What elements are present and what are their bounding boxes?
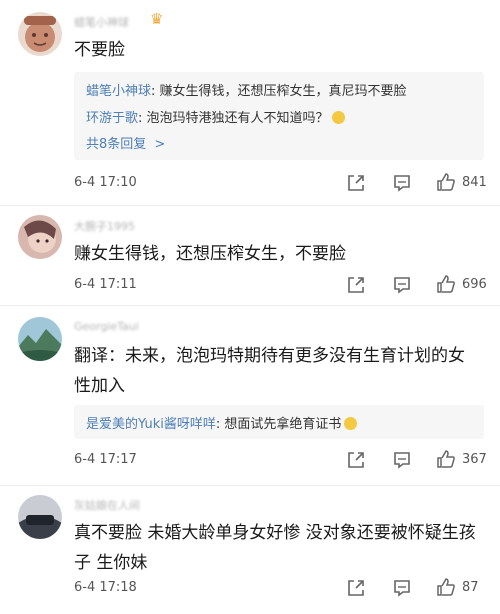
reply-username[interactable]: 环游于歌 [86, 111, 138, 126]
reply-line: 是爱美的Yuki酱呀咩咩: 想面试先拿绝育证书 [86, 413, 476, 432]
timestamp: 6-4 17:18 [74, 580, 137, 595]
comment-text: 真不要脸 未婚大龄单身女好惨 没对象还要被怀疑生孩子 生你妹 [74, 523, 476, 573]
thumbs-up-icon[interactable] [436, 274, 456, 294]
avatar[interactable] [18, 12, 62, 56]
comment-icon[interactable] [392, 173, 412, 193]
comment-item: 灰姑娘在人间 真不要脸 未婚大龄单身女好惨 没对象还要被怀疑生孩子 生你妹 6-… [0, 485, 500, 614]
avatar[interactable] [18, 317, 62, 361]
reply-content: : 赚女生得钱，还想压榨女生，真尼玛不要脸 [151, 84, 407, 99]
comment-text: 翻译：未来，泡泡玛特期待有更多没有生育计划的女性加入 [74, 346, 465, 396]
reply-box: 蜡笔小神球: 赚女生得钱，还想压榨女生，真尼玛不要脸 环游于歌: 泡泡玛特港独还… [74, 72, 484, 160]
thumbs-up-icon[interactable] [436, 172, 456, 192]
comment-item: 蜡笔小神球 ♛ 不要脸 蜡笔小神球: 赚女生得钱，还想压榨女生，真尼玛不要脸 环… [0, 0, 500, 205]
comment-icon[interactable] [392, 275, 412, 295]
username[interactable]: 蜡笔小神球 [74, 14, 129, 30]
share-icon[interactable] [346, 173, 366, 193]
share-icon[interactable] [346, 578, 366, 598]
timestamp: 6-4 17:17 [74, 452, 137, 467]
reply-username[interactable]: 蜡笔小神球 [86, 84, 151, 99]
like-count: 87 [462, 580, 479, 595]
like-count: 367 [462, 452, 487, 467]
share-icon[interactable] [346, 275, 366, 295]
avatar-image [18, 495, 62, 539]
emoji-icon [344, 417, 358, 430]
thumbs-up-icon[interactable] [436, 449, 456, 469]
reply-line: 蜡笔小神球: 赚女生得钱，还想压榨女生，真尼玛不要脸 [86, 80, 476, 99]
reply-content: : 泡泡玛特港独还有人不知道吗？ [138, 111, 329, 126]
share-icon[interactable] [346, 450, 366, 470]
timestamp: 6-4 17:10 [74, 175, 137, 190]
comment-icon[interactable] [392, 578, 412, 598]
avatar-image [18, 215, 62, 259]
timestamp: 6-4 17:11 [74, 277, 137, 292]
reply-box: 是爱美的Yuki酱呀咩咩: 想面试先拿绝育证书 [74, 405, 484, 439]
chevron-right-icon: > [154, 137, 166, 152]
reply-username[interactable]: 是爱美的Yuki酱呀咩咩 [86, 417, 216, 432]
comment-text: 赚女生得钱，还想压榨女生，不要脸 [74, 244, 346, 264]
avatar[interactable] [18, 495, 62, 539]
reply-content: : 想面试先拿绝育证书 [215, 417, 342, 432]
comment-item: 大腕子1995 赚女生得钱，还想压榨女生，不要脸 6-4 17:11 696 [0, 205, 500, 305]
more-replies-link[interactable]: 共8条回复 > [86, 133, 165, 152]
comment-item: GeorgieTaui 翻译：未来，泡泡玛特期待有更多没有生育计划的女性加入 是… [0, 305, 500, 485]
thumbs-up-icon[interactable] [436, 577, 456, 597]
like-count: 841 [462, 175, 487, 190]
reply-line: 环游于歌: 泡泡玛特港独还有人不知道吗？ [86, 107, 476, 126]
crown-icon: ♛ [150, 10, 164, 28]
comment-icon[interactable] [392, 450, 412, 470]
username[interactable]: GeorgieTaui [74, 320, 139, 333]
like-count: 696 [462, 277, 487, 292]
avatar[interactable] [18, 215, 62, 259]
avatar-image [18, 12, 62, 56]
username[interactable]: 大腕子1995 [74, 218, 135, 234]
avatar-image [18, 317, 62, 361]
comment-text: 不要脸 [74, 40, 125, 60]
username[interactable]: 灰姑娘在人间 [74, 497, 140, 513]
emoji-icon [331, 111, 345, 124]
more-replies-label: 共8条回复 [86, 137, 147, 152]
